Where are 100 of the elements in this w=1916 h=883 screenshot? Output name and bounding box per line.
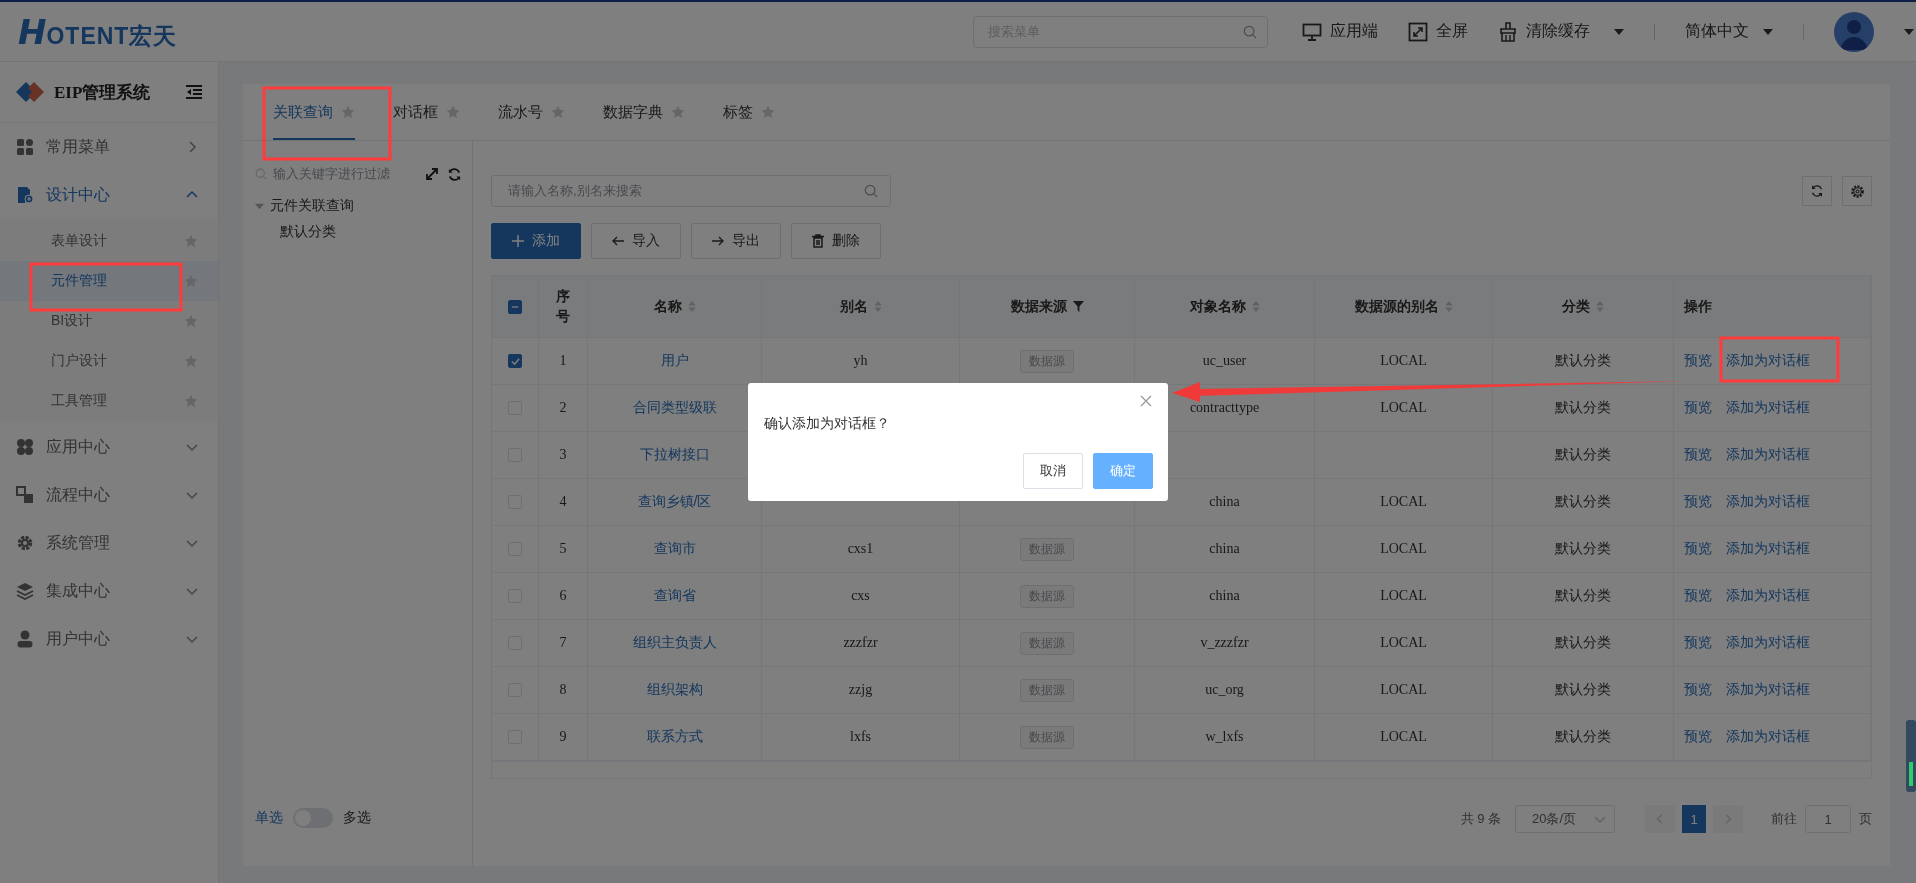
- table-cell: 默认分类: [1555, 728, 1611, 746]
- action-link[interactable]: 添加为对话框: [1726, 587, 1810, 605]
- row-checkbox[interactable]: [508, 354, 522, 368]
- action-link[interactable]: 添加为对话框: [1726, 493, 1810, 511]
- action-link[interactable]: 预览: [1684, 634, 1712, 652]
- star-icon[interactable]: [446, 105, 460, 119]
- sort-icon[interactable]: [873, 300, 882, 313]
- name-link[interactable]: 用户: [660, 352, 689, 370]
- action-link[interactable]: 添加为对话框: [1726, 728, 1810, 746]
- action-link[interactable]: 添加为对话框: [1726, 634, 1810, 652]
- import-button[interactable]: 导入: [591, 223, 681, 259]
- cancel-button[interactable]: 取消: [1023, 452, 1083, 489]
- name-link[interactable]: 查询省: [653, 587, 696, 605]
- name-link[interactable]: 组织架构: [646, 681, 703, 699]
- sidebar-item[interactable]: 系统管理: [0, 519, 218, 567]
- name-link[interactable]: 查询乡镇/区: [637, 493, 712, 511]
- page-input[interactable]: 1: [1805, 805, 1851, 833]
- avatar[interactable]: [1834, 11, 1874, 52]
- action-link[interactable]: 添加为对话框: [1726, 540, 1810, 558]
- sidebar-item[interactable]: 常用菜单: [0, 123, 218, 171]
- caret-icon[interactable]: [1614, 28, 1624, 35]
- action-link[interactable]: 添加为对话框: [1726, 446, 1810, 464]
- action-link[interactable]: 预览: [1684, 493, 1712, 511]
- header-action[interactable]: 清除缓存: [1498, 21, 1624, 42]
- sort-icon[interactable]: [1251, 300, 1260, 313]
- column-header[interactable]: 操作: [1674, 276, 1871, 338]
- export-button[interactable]: 导出: [691, 223, 781, 259]
- page-size-select[interactable]: 20条/页: [1515, 805, 1615, 833]
- table-cell: 默认分类: [1555, 540, 1611, 558]
- next-page-button[interactable]: [1713, 805, 1743, 833]
- star-icon[interactable]: [761, 105, 775, 119]
- collapse-menu-icon[interactable]: [186, 85, 202, 99]
- sidebar-item[interactable]: 设计中心: [0, 171, 218, 219]
- search-icon[interactable]: [1243, 24, 1257, 39]
- close-button[interactable]: [1139, 394, 1153, 409]
- tree-node[interactable]: 默认分类: [280, 223, 336, 241]
- star-icon[interactable]: [341, 105, 355, 119]
- star-icon[interactable]: [184, 274, 198, 288]
- action-link[interactable]: 预览: [1684, 352, 1712, 370]
- sort-icon[interactable]: [1596, 300, 1604, 313]
- name-link[interactable]: 组织主负责人: [632, 634, 717, 652]
- tree-node[interactable]: 元件关联查询: [270, 197, 354, 215]
- action-link[interactable]: 添加为对话框: [1726, 352, 1810, 370]
- column-header[interactable]: 序号: [539, 276, 588, 338]
- refresh-button[interactable]: [1802, 176, 1832, 206]
- name-link[interactable]: 下拉树接口: [639, 446, 710, 464]
- settings-button[interactable]: [1842, 176, 1872, 206]
- page-button[interactable]: 1: [1682, 805, 1706, 833]
- caret-icon[interactable]: [1904, 28, 1914, 35]
- caret-icon[interactable]: [1763, 28, 1773, 35]
- column-header[interactable]: 对象名称: [1135, 276, 1315, 338]
- confirm-button[interactable]: 确定: [1093, 452, 1153, 489]
- language-select[interactable]: 简体中文: [1685, 21, 1773, 42]
- star-icon[interactable]: [551, 105, 565, 119]
- sidebar-item[interactable]: 流程中心: [0, 471, 218, 519]
- refresh-icon[interactable]: [447, 166, 462, 182]
- column-header[interactable]: 名称: [588, 276, 762, 338]
- header-action[interactable]: 应用端: [1302, 21, 1378, 42]
- name-link[interactable]: 合同类型级联: [632, 399, 717, 417]
- action-link[interactable]: 预览: [1684, 540, 1712, 558]
- tree-toggle-icon[interactable]: [255, 201, 264, 211]
- prev-page-button[interactable]: [1645, 805, 1675, 833]
- column-header[interactable]: 分类: [1493, 276, 1674, 338]
- submenu-item[interactable]: 表单设计: [0, 221, 218, 261]
- tab[interactable]: 数据字典: [603, 86, 685, 140]
- sort-icon[interactable]: [687, 300, 696, 313]
- tab[interactable]: 标签: [723, 86, 775, 140]
- side-widget-icon[interactable]: [1906, 720, 1916, 792]
- name-link[interactable]: 联系方式: [646, 728, 703, 746]
- add-button[interactable]: 添加: [491, 223, 581, 259]
- sidebar-item[interactable]: 集成中心: [0, 567, 218, 615]
- submenu-item[interactable]: 元件管理: [0, 261, 218, 301]
- action-link[interactable]: 预览: [1684, 399, 1712, 417]
- action-link[interactable]: 预览: [1684, 728, 1712, 746]
- action-link[interactable]: 预览: [1684, 681, 1712, 699]
- expand-icon[interactable]: [425, 167, 439, 181]
- tab[interactable]: 对话框: [393, 86, 460, 140]
- action-link[interactable]: 添加为对话框: [1726, 681, 1810, 699]
- star-icon[interactable]: [671, 105, 685, 119]
- row-number: 1: [559, 353, 567, 369]
- submenu-item[interactable]: 门户设计: [0, 341, 218, 381]
- header-action[interactable]: 全屏: [1408, 21, 1468, 42]
- action-link[interactable]: 预览: [1684, 446, 1712, 464]
- submenu-item[interactable]: 工具管理: [0, 381, 218, 421]
- sidebar-item[interactable]: 应用中心: [0, 423, 218, 471]
- submenu-item[interactable]: BI设计: [0, 301, 218, 341]
- name-link[interactable]: 查询市: [653, 540, 696, 558]
- tab[interactable]: 流水号: [498, 86, 565, 140]
- tab[interactable]: 关联查询: [273, 86, 355, 140]
- sort-icon[interactable]: [1444, 300, 1453, 313]
- action-link[interactable]: 预览: [1684, 587, 1712, 605]
- delete-button[interactable]: 删除: [791, 223, 881, 259]
- column-header[interactable]: 别名: [762, 276, 960, 338]
- action-link[interactable]: 添加为对话框: [1726, 399, 1810, 417]
- select-all-checkbox[interactable]: [508, 299, 522, 314]
- column-header[interactable]: 数据源的别名: [1315, 276, 1493, 338]
- search-icon[interactable]: [864, 184, 878, 198]
- column-header[interactable]: 数据来源: [960, 276, 1135, 338]
- sidebar-item[interactable]: 用户中心: [0, 615, 218, 663]
- filter-icon[interactable]: [1072, 301, 1084, 312]
